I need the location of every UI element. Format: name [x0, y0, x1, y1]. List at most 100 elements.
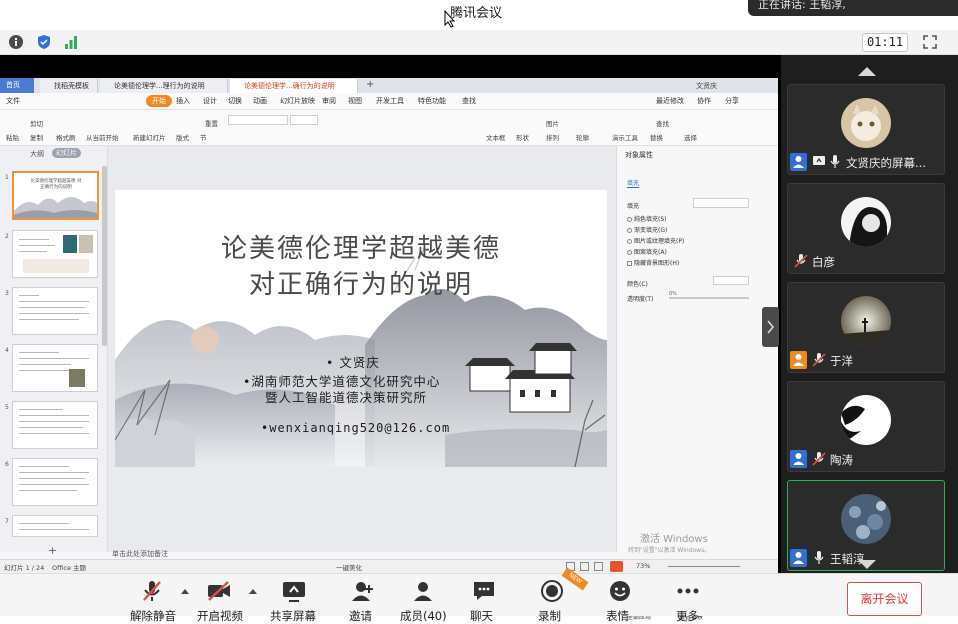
slides-tab[interactable]: 幻灯片 [52, 148, 81, 158]
zoom-slider[interactable] [668, 566, 740, 567]
image-button[interactable]: 图片 [546, 118, 559, 128]
fill-tab[interactable]: 填充 [627, 178, 640, 188]
fill-option-solid[interactable]: 纯色填充(S) [627, 214, 667, 223]
find-button[interactable]: 查找 [656, 118, 669, 128]
start-video-button[interactable]: 开启视频 [197, 579, 243, 623]
new-tab-plus-icon[interactable]: + [366, 79, 374, 90]
format-painter-button[interactable]: 格式刷 [56, 132, 76, 142]
app-title: 腾讯会议 [450, 6, 503, 21]
outline-button[interactable]: 轮廓 [576, 132, 589, 142]
reactions-button[interactable]: 表情 [606, 579, 634, 623]
slide-thumbnail-7[interactable] [12, 515, 98, 537]
add-slide-plus-icon[interactable]: + [48, 544, 57, 557]
font-name-field[interactable] [228, 115, 288, 125]
members-button[interactable]: 成员(40) [400, 579, 447, 623]
wps-user-name[interactable]: 文贤庆 [696, 81, 717, 91]
scroll-up-arrow-icon[interactable] [858, 67, 876, 76]
outline-tab[interactable]: 大纲 [30, 149, 44, 159]
participant-card[interactable]: 文贤庆的屏幕... [787, 84, 945, 175]
info-icon[interactable] [8, 34, 24, 50]
unmute-button[interactable]: 解除静音 [130, 579, 176, 623]
current-slide[interactable]: 论美德伦理学超越美德 对正确行为的说明 • 文贤庆 •湖南师范大学道德文化研究中… [115, 190, 607, 467]
collapse-panel-handle[interactable] [762, 307, 779, 347]
menu-dev-tools[interactable]: 开发工具 [376, 96, 404, 106]
menu-transition[interactable]: 切换 [228, 96, 242, 106]
slide-thumbnail-5[interactable] [12, 401, 98, 449]
shape-button[interactable]: 形状 [516, 132, 529, 142]
fullscreen-icon[interactable] [922, 34, 938, 50]
wps-home-tab[interactable]: 首页 [0, 78, 34, 93]
microphone-icon [830, 155, 840, 168]
chat-button[interactable]: 聊天 [470, 579, 498, 623]
audio-options-caret-icon[interactable] [181, 589, 189, 594]
cut-button[interactable]: 剪切 [30, 118, 43, 128]
zoom-level[interactable]: 73% [636, 562, 650, 570]
wps-tab-active-document[interactable]: 论美德伦理学...确行为的说明 [230, 79, 358, 93]
fill-type-select[interactable] [693, 198, 749, 208]
slide-thumbnail-1[interactable]: 论美德伦理学超越美德 对正确行为的说明 [12, 171, 99, 220]
more-button[interactable]: 更多 [674, 579, 702, 623]
fill-option-gradient[interactable]: 渐变填充(G) [627, 225, 667, 234]
reading-view-icon[interactable] [594, 562, 603, 571]
color-picker[interactable] [713, 276, 749, 285]
select-button[interactable]: 选择 [684, 132, 697, 142]
participant-card[interactable]: 陶涛 [787, 381, 945, 472]
menu-animation[interactable]: 动画 [253, 96, 267, 106]
share-doc-button[interactable]: 分享 [725, 96, 739, 106]
menu-review[interactable]: 审阅 [322, 96, 336, 106]
reset-button[interactable]: 重置 [205, 118, 218, 128]
sorter-view-icon[interactable] [580, 562, 589, 571]
font-size-field[interactable] [290, 115, 318, 125]
arrange-button[interactable]: 排列 [546, 132, 559, 142]
wps-tab-template[interactable]: 找稻壳模板 [40, 79, 98, 93]
wps-tab-document[interactable]: 论美德伦理学...理行为的说明 [100, 79, 228, 93]
paste-button[interactable]: 粘贴 [6, 132, 19, 142]
menu-view[interactable]: 视图 [348, 96, 362, 106]
menu-slideshow[interactable]: 幻灯片放映 [280, 96, 315, 106]
scroll-down-arrow-icon[interactable] [858, 560, 876, 569]
leave-meeting-button[interactable]: 离开会议 [847, 582, 922, 616]
menu-file[interactable]: 文件 [6, 96, 20, 106]
slide-thumbnail-4[interactable] [12, 344, 98, 392]
slide-thumbnail-3[interactable] [12, 287, 98, 335]
play-from-current-button[interactable]: 从当前开始 [86, 132, 119, 142]
signal-strength-icon[interactable] [63, 34, 79, 50]
slide-thumbnail-2[interactable] [12, 230, 98, 278]
security-shield-icon[interactable] [36, 34, 52, 50]
copy-button[interactable]: 复制 [30, 132, 43, 142]
add-notes-placeholder[interactable]: 单击此处添加备注 [112, 549, 168, 559]
thumbnail-title: 论美德伦理学超越美德 对正确行为的说明 [30, 179, 82, 190]
replace-button[interactable]: 替换 [650, 132, 663, 142]
video-options-caret-icon[interactable] [249, 589, 257, 594]
user-icon [790, 153, 807, 171]
collaborate-button[interactable]: 协作 [697, 96, 711, 106]
beautify-button[interactable]: 一键美化 [336, 562, 362, 572]
slide-title-line-1: 论美德伦理学超越美德 [220, 234, 501, 264]
textbox-button[interactable]: 文本框 [486, 132, 506, 142]
participant-card[interactable]: 于洋 [787, 282, 945, 373]
invite-button[interactable]: 邀请 [349, 579, 377, 623]
members-label: 成员(40) [400, 609, 447, 623]
chat-bubble-icon [474, 582, 494, 600]
menu-find[interactable]: 查找 [462, 96, 476, 106]
menu-special[interactable]: 特色功能 [418, 96, 446, 106]
slideshow-play-icon[interactable] [610, 561, 623, 572]
transparency-slider[interactable] [669, 297, 749, 299]
new-slide-button[interactable]: 新建幻灯片 [133, 132, 166, 142]
slide-thumbnail-6[interactable] [12, 458, 98, 506]
share-screen-button[interactable]: 共享屏幕 [270, 579, 318, 623]
thumbnail-scrollbar[interactable] [102, 166, 107, 346]
section-button[interactable]: 节 [200, 132, 207, 142]
hide-background-checkbox[interactable]: 隐藏背景图形(H) [627, 258, 679, 267]
menu-insert[interactable]: 插入 [176, 96, 190, 106]
participant-card-speaking[interactable]: 王韬淳 [787, 480, 945, 571]
layout-button[interactable]: 版式 [176, 132, 189, 142]
fill-option-picture[interactable]: 图片或纹理填充(P) [627, 236, 684, 245]
fill-option-pattern[interactable]: 图案填充(A) [627, 247, 667, 256]
menu-design[interactable]: 设计 [203, 96, 217, 106]
participant-card[interactable]: 白彦 [787, 183, 945, 274]
recent-changes[interactable]: 最近修改 [656, 96, 684, 106]
record-button[interactable]: 录制 [538, 579, 566, 623]
presentation-tools-button[interactable]: 演示工具 [612, 132, 638, 142]
menu-home[interactable]: 开始 [146, 95, 172, 107]
